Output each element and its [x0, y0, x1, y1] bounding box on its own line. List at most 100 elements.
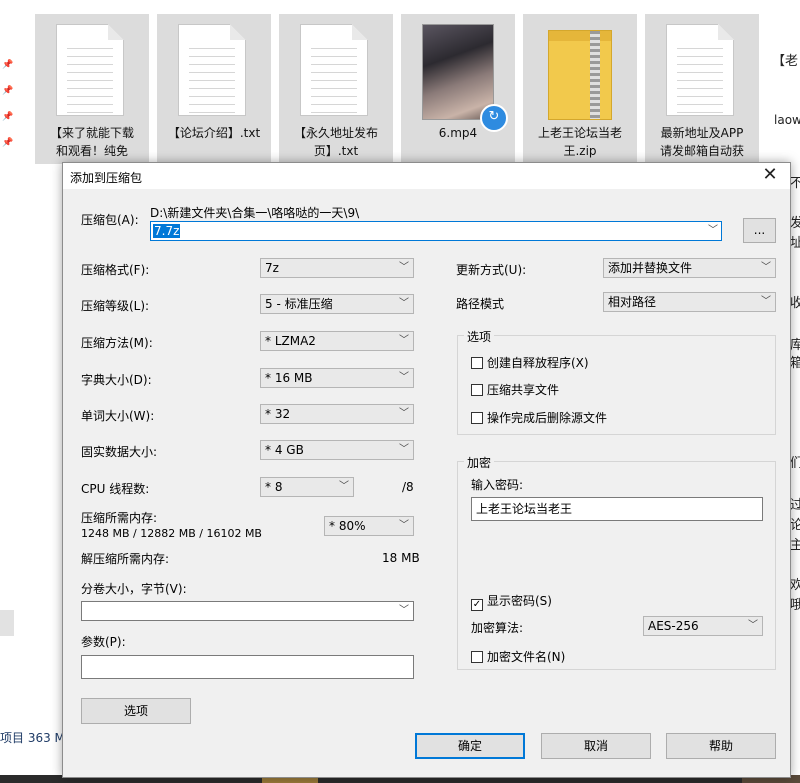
checkmark-icon[interactable]: ✓ [471, 599, 483, 611]
chevron-down-icon: ﹀ [399, 605, 409, 616]
delete-after-checkbox[interactable]: 操作完成后删除源文件 [471, 409, 607, 425]
update-mode-label: 更新方式(U): [456, 263, 527, 277]
password-input[interactable]: 上老王论坛当老王 [471, 497, 763, 521]
archive-label: 压缩包(A): [81, 213, 139, 227]
preview-text: 库 [790, 338, 800, 353]
chevron-down-icon: ﹀ [339, 481, 349, 492]
path-mode-label: 路径模式 [456, 297, 505, 311]
file-item[interactable]: ↻ 6.mp4 [401, 14, 515, 164]
threads-label: CPU 线程数: [81, 482, 150, 496]
browse-button[interactable]: ... [743, 218, 776, 243]
file-item[interactable]: 上老王论坛当老 王.zip [523, 14, 637, 164]
archive-path: D:\新建文件夹\合集一\咯咯哒的一天\9\ [150, 206, 360, 220]
encryption-group-title: 加密 [464, 454, 495, 471]
method-select[interactable]: * LZMA2 ﹀ [260, 331, 414, 351]
chevron-down-icon: ﹀ [399, 335, 409, 346]
memory-detail: 1248 MB / 12882 MB / 16102 MB [81, 527, 262, 540]
checkbox-icon[interactable] [471, 384, 483, 396]
preview-text: 发 [790, 216, 800, 231]
encryption-method-select[interactable]: AES-256 ﹀ [643, 616, 763, 636]
ok-button[interactable]: 确定 [415, 733, 525, 759]
preview-text: 哦 [790, 598, 800, 613]
chevron-down-icon: ﹀ [399, 298, 409, 309]
chevron-down-icon: ﹀ [399, 520, 409, 531]
solid-select[interactable]: * 4 GB ﹀ [260, 440, 414, 460]
method-label: 压缩方法(M): [81, 336, 153, 350]
add-to-archive-dialog: 添加到压缩包 ✕ 压缩包(A): D:\新建文件夹\合集一\咯咯哒的一天\9\ … [62, 162, 791, 778]
memory-label: 压缩所需内存: [81, 511, 158, 525]
chevron-down-icon: ﹀ [761, 296, 771, 307]
threads-select[interactable]: * 8 ﹀ [260, 477, 354, 497]
pin-icon: 📌 [2, 112, 14, 122]
dict-select[interactable]: * 16 MB ﹀ [260, 368, 414, 388]
preview-text: 欢 [790, 578, 800, 593]
checkbox-icon[interactable] [471, 357, 483, 369]
level-label: 压缩等级(L): [81, 299, 150, 313]
pin-icon: 📌 [2, 86, 14, 96]
threads-total: /8 [402, 480, 414, 494]
options-group-title: 选项 [464, 328, 495, 345]
volume-size-combo[interactable]: ﹀ [81, 601, 414, 621]
text-file-icon [56, 24, 124, 116]
preview-text: 主 [790, 538, 800, 553]
path-mode-select[interactable]: 相对路径 ﹀ [603, 292, 776, 312]
solid-label: 固实数据大小: [81, 445, 158, 459]
encrypt-filenames-checkbox[interactable]: 加密文件名(N) [471, 648, 565, 664]
dialog-titlebar[interactable]: 添加到压缩包 ✕ [63, 163, 790, 189]
help-button[interactable]: 帮助 [666, 733, 776, 759]
archive-name-combo[interactable]: 7.7z ﹀ [150, 221, 722, 241]
dialog-title: 添加到压缩包 [70, 171, 143, 185]
preview-text: 不 [790, 176, 800, 191]
status-bar-text: 项目 363 M [0, 731, 65, 745]
preview-text: 箱 [790, 356, 800, 371]
show-password-checkbox[interactable]: ✓ 显示密码(S) [471, 592, 552, 611]
pin-icon: 📌 [2, 60, 14, 70]
close-button[interactable]: ✕ [750, 163, 790, 189]
format-select[interactable]: 7z ﹀ [260, 258, 414, 278]
preview-text: 过 [790, 498, 800, 513]
password-label: 输入密码: [471, 478, 524, 492]
word-label: 单词大小(W): [81, 409, 155, 423]
checkbox-icon[interactable] [471, 651, 483, 663]
encryption-method-label: 加密算法: [471, 621, 524, 635]
word-select[interactable]: * 32 ﹀ [260, 404, 414, 424]
level-select[interactable]: 5 - 标准压缩 ﹀ [260, 294, 414, 314]
text-file-icon [666, 24, 734, 116]
chevron-down-icon[interactable]: ﹀ [708, 222, 718, 240]
checkbox-icon[interactable] [471, 412, 483, 424]
preview-text: 论 [790, 518, 800, 533]
params-input[interactable] [81, 655, 414, 679]
cancel-button[interactable]: 取消 [541, 733, 651, 759]
text-file-icon [300, 24, 368, 116]
chevron-down-icon: ﹀ [399, 372, 409, 383]
file-item[interactable]: 【论坛介绍】.txt [157, 14, 271, 164]
preview-text: 们 [790, 456, 800, 471]
chevron-down-icon: ﹀ [399, 408, 409, 419]
decompress-memory-value: 18 MB [382, 551, 420, 565]
preview-text: 收 [790, 296, 800, 311]
preview-text: 址 [790, 236, 800, 251]
pin-icon: 📌 [2, 138, 14, 148]
file-item[interactable]: 最新地址及APP 请发邮箱自动获 [645, 14, 759, 164]
chevron-down-icon: ﹀ [399, 444, 409, 455]
decompress-memory-label: 解压缩所需内存: [81, 552, 170, 566]
chevron-down-icon: ﹀ [399, 262, 409, 273]
format-label: 压缩格式(F): [81, 263, 150, 277]
chevron-down-icon: ﹀ [748, 620, 758, 631]
video-thumbnail [422, 24, 494, 120]
file-item[interactable]: 【来了就能下载 和观看！纯免 费 [35, 14, 149, 164]
chevron-down-icon: ﹀ [761, 262, 771, 273]
file-item[interactable]: 【永久地址发布 页】.txt [279, 14, 393, 164]
text-file-icon [178, 24, 246, 116]
zip-folder-icon [548, 30, 612, 120]
options-button[interactable]: 选项 [81, 698, 191, 724]
memory-select[interactable]: * 80% ﹀ [324, 516, 414, 536]
update-mode-select[interactable]: 添加并替换文件 ﹀ [603, 258, 776, 278]
shared-files-checkbox[interactable]: 压缩共享文件 [471, 381, 559, 397]
params-label: 参数(P): [81, 635, 126, 649]
preview-text: laow [774, 113, 800, 127]
archive-name-value: 7.7z [153, 224, 181, 238]
sfx-checkbox[interactable]: 创建自释放程序(X) [471, 354, 589, 370]
preview-text: 【老 [772, 54, 799, 69]
volume-label: 分卷大小，字节(V): [81, 582, 187, 596]
